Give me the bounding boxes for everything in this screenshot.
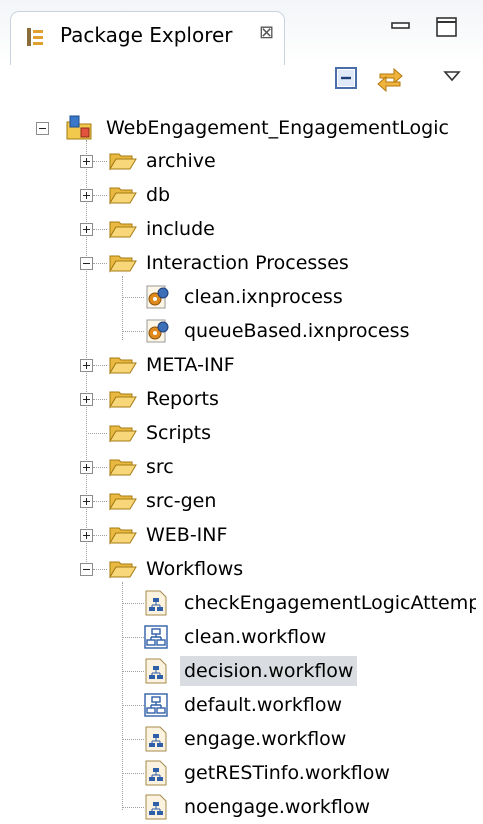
file-label: default.workflow (184, 694, 343, 716)
tree-item-file[interactable]: clean.workflow (116, 622, 476, 652)
file-label: engage.workflow (184, 728, 347, 750)
expand-toggle[interactable] (80, 155, 93, 168)
tree-item-file[interactable]: getRESTinfo.workflow (116, 758, 476, 788)
folder-icon (109, 153, 137, 171)
tab-package-explorer[interactable]: Package Explorer ⊠ (10, 11, 285, 65)
folder-label: archive (146, 150, 216, 172)
folder-label: src-gen (146, 490, 217, 512)
expand-toggle[interactable] (80, 359, 93, 372)
collapse-all-icon[interactable] (330, 62, 362, 94)
tree-item-project[interactable]: WebEngagement_EngagementLogic (36, 113, 476, 143)
tree-item-folder[interactable]: META-INF (80, 350, 480, 380)
tree-item-file[interactable]: checkEngagementLogicAttemp (116, 588, 476, 618)
tree-item-folder[interactable]: include (80, 214, 480, 244)
folder-label: src (146, 456, 174, 478)
folder-label: Interaction Processes (146, 252, 349, 274)
tree-item-folder[interactable]: Scripts (80, 418, 480, 448)
expand-toggle[interactable] (80, 393, 93, 406)
file-label: queueBased.ixnprocess (184, 320, 410, 342)
project-icon (66, 115, 92, 140)
ixnprocess-icon (146, 319, 169, 343)
workflow-icon (144, 693, 168, 717)
tree-item-folder[interactable]: archive (80, 146, 480, 176)
file-label: clean.ixnprocess (184, 286, 343, 308)
link-with-editor-icon[interactable] (374, 62, 406, 94)
tree-item-folder[interactable]: Reports (80, 384, 480, 414)
folder-label: Workflows (146, 558, 244, 580)
file-label: noengage.workflow (184, 796, 371, 818)
folder-label: WEB-INF (146, 524, 228, 546)
tree-item-file[interactable]: default.workflow (116, 690, 476, 720)
tree-item-file[interactable]: clean.ixnprocess (116, 282, 476, 312)
folder-label: db (146, 184, 171, 206)
folder-icon (109, 221, 137, 239)
workflow-file-icon (145, 760, 167, 786)
folder-icon (109, 425, 137, 443)
minimize-icon[interactable] (388, 14, 414, 40)
file-label: clean.workflow (184, 626, 327, 648)
folder-icon (109, 391, 137, 409)
view-title: Package Explorer (60, 23, 233, 47)
expand-toggle[interactable] (80, 223, 93, 236)
tree-item-folder[interactable]: Interaction Processes (80, 248, 480, 278)
folder-label: include (146, 218, 215, 240)
expand-toggle[interactable] (80, 189, 93, 202)
tree-item-folder[interactable]: src (80, 452, 480, 482)
expand-toggle[interactable] (80, 495, 93, 508)
tree-item-folder[interactable]: src-gen (80, 486, 480, 516)
ixnprocess-icon (146, 285, 169, 309)
file-label: getRESTinfo.workflow (184, 762, 390, 784)
tree-item-folder[interactable]: Workflows (80, 554, 480, 584)
folder-icon (109, 493, 137, 511)
tree-item-file[interactable]: queueBased.ixnprocess (116, 316, 476, 346)
expand-toggle[interactable] (80, 461, 93, 474)
maximize-icon[interactable] (434, 14, 460, 40)
workflow-file-icon (145, 590, 167, 616)
tree-item-file[interactable]: noengage.workflow (116, 792, 476, 822)
tree-item-folder[interactable]: db (80, 180, 480, 210)
project-label: WebEngagement_EngagementLogic (106, 117, 449, 139)
folder-label: Reports (146, 388, 219, 410)
folder-icon (109, 527, 137, 545)
folder-icon (109, 459, 137, 477)
workflow-file-icon (145, 794, 167, 820)
view-menu-icon[interactable] (436, 60, 468, 92)
folder-icon (109, 255, 137, 273)
folder-icon (109, 357, 137, 375)
file-label: checkEngagementLogicAttemp (184, 592, 476, 614)
collapse-toggle[interactable] (80, 257, 93, 270)
tree-item-folder[interactable]: WEB-INF (80, 520, 480, 550)
tree-item-file[interactable]: engage.workflow (116, 724, 476, 754)
expand-toggle[interactable] (80, 529, 93, 542)
folder-label: Scripts (146, 422, 212, 444)
collapse-toggle[interactable] (80, 563, 93, 576)
package-explorer-icon (27, 28, 43, 46)
workflow-icon (144, 625, 168, 649)
folder-label: META-INF (146, 354, 235, 376)
folder-icon (109, 187, 137, 205)
workflow-file-icon (145, 726, 167, 752)
close-view-icon[interactable]: ⊠ (259, 22, 274, 43)
workflow-file-icon (145, 658, 167, 684)
folder-icon (109, 561, 137, 579)
collapse-toggle[interactable] (36, 122, 49, 135)
file-label-selected: decision.workflow (180, 656, 358, 686)
tree-item-file[interactable]: decision.workflow (116, 656, 476, 686)
